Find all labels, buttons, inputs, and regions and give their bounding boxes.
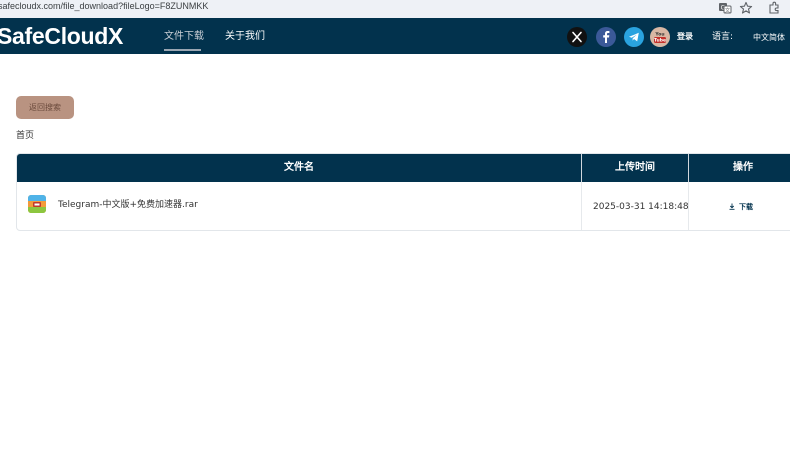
language-label: 语言: <box>712 32 734 42</box>
site-logo[interactable]: SafeCloudX <box>0 23 123 49</box>
nav-active-underline <box>164 49 201 51</box>
cell-divider <box>688 182 689 230</box>
upload-time: 2025-03-31 14:18:48 <box>593 202 689 212</box>
back-to-search-button[interactable]: 返回搜索 <box>16 96 74 119</box>
nav-file-download[interactable]: 文件下载 <box>164 30 204 43</box>
translate-icon[interactable]: G 文 <box>718 1 732 15</box>
breadcrumb-home[interactable]: 首页 <box>16 130 34 142</box>
browser-address-bar: safecloudx.com/file_download?fileLogo=F8… <box>0 0 790 19</box>
facebook-icon[interactable] <box>596 27 616 47</box>
download-label: 下载 <box>739 203 753 211</box>
download-icon <box>729 203 735 210</box>
column-actions: 操作 <box>733 162 753 173</box>
table-header: 文件名 上传时间 操作 <box>17 154 790 182</box>
language-select[interactable]: 中文简体 <box>753 32 785 44</box>
file-table: 文件名 上传时间 操作 Telegram-中文版+免费加速器.rar 2025-… <box>16 153 790 231</box>
url-text[interactable]: safecloudx.com/file_download?fileLogo=F8… <box>0 0 208 12</box>
file-name[interactable]: Telegram-中文版+免费加速器.rar <box>58 199 198 211</box>
site-header: SafeCloudX 文件下载 关于我们 You Tube 登录 语言: 中文简… <box>0 18 790 54</box>
column-upload-time: 上传时间 <box>615 162 655 173</box>
x-icon[interactable] <box>567 27 587 47</box>
star-icon[interactable] <box>739 1 753 15</box>
youtube-icon[interactable]: You Tube <box>650 27 670 47</box>
nav-about-us[interactable]: 关于我们 <box>225 30 265 43</box>
telegram-icon[interactable] <box>624 27 644 47</box>
cell-divider <box>581 182 582 230</box>
youtube-you-text: You <box>654 32 664 38</box>
svg-text:文: 文 <box>725 7 730 14</box>
extensions-icon[interactable] <box>767 1 781 15</box>
download-button[interactable]: 下载 <box>729 201 753 213</box>
login-link[interactable]: 登录 <box>677 31 693 43</box>
youtube-tube-text: Tube <box>654 38 666 44</box>
column-file-name: 文件名 <box>284 162 314 173</box>
archive-file-icon <box>28 195 46 213</box>
